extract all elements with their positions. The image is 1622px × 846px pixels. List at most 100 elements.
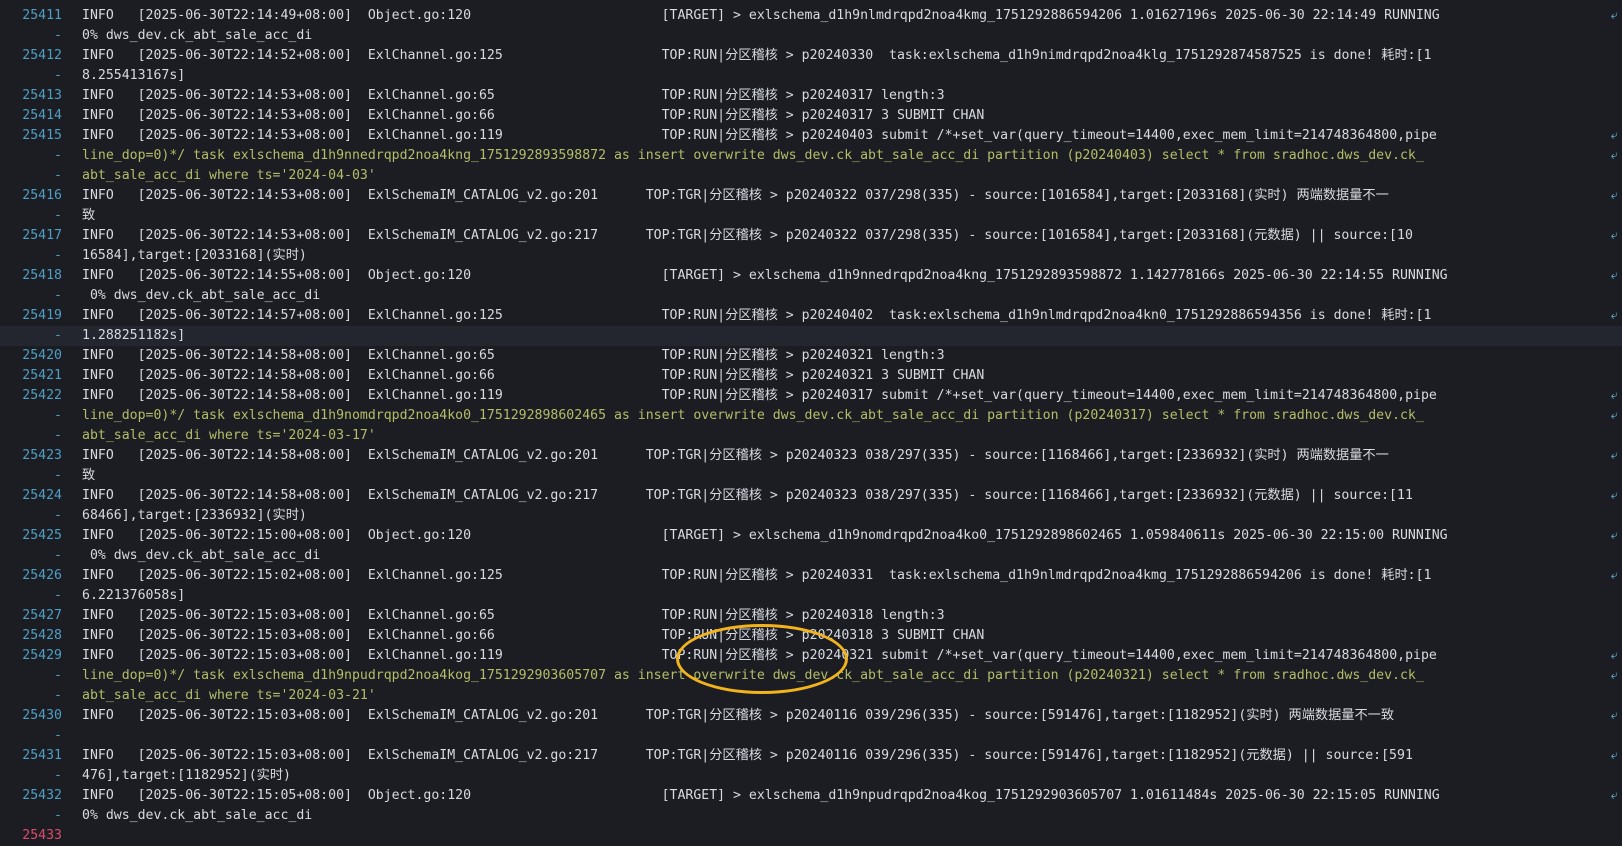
line-number: 25423 bbox=[22, 448, 62, 463]
log-text: INFO [2025-06-30T22:15:02+08:00] ExlChan… bbox=[82, 568, 1432, 583]
log-line: 25422 INFO [2025-06-30T22:14:58+08:00] Ex… bbox=[0, 386, 1622, 406]
log-line-continuation: - line_dop=0)*/ task exlschema_d1h9nomdrq… bbox=[0, 406, 1622, 426]
line-number: - bbox=[54, 728, 62, 743]
log-text: line_dop=0)*/ task exlschema_d1h9nnedrqp… bbox=[82, 148, 1424, 163]
line-number: - bbox=[54, 168, 62, 183]
log-line-continuation: -致 bbox=[0, 206, 1622, 226]
wrap-arrow-icon: ⤶ bbox=[1610, 228, 1618, 243]
log-text: INFO [2025-06-30T22:15:00+08:00] Object.… bbox=[82, 528, 1448, 543]
line-number: 25425 bbox=[22, 528, 62, 543]
log-text: INFO [2025-06-30T22:14:52+08:00] ExlChan… bbox=[82, 48, 1432, 63]
log-text: 0% dws_dev.ck_abt_sale_acc_di bbox=[82, 548, 321, 563]
log-line: 25430 INFO [2025-06-30T22:15:03+08:00] Ex… bbox=[0, 706, 1622, 726]
log-text: INFO [2025-06-30T22:15:03+08:00] ExlChan… bbox=[82, 628, 985, 643]
line-number: - bbox=[54, 288, 62, 303]
wrap-arrow-icon: ⤶ bbox=[1610, 488, 1618, 503]
log-line: 25418 INFO [2025-06-30T22:14:55+08:00] Ob… bbox=[0, 266, 1622, 286]
log-line-continuation: - 1.288251182s] bbox=[0, 326, 1622, 346]
line-number: - bbox=[54, 68, 62, 83]
line-number: - bbox=[54, 688, 62, 703]
line-number: 25418 bbox=[22, 268, 62, 283]
log-line: 25420 INFO [2025-06-30T22:14:58+08:00] Ex… bbox=[0, 346, 1622, 366]
log-text: INFO [2025-06-30T22:14:58+08:00] ExlChan… bbox=[82, 368, 985, 383]
log-line-continuation: - 8.255413167s] bbox=[0, 66, 1622, 86]
line-number: 25419 bbox=[22, 308, 62, 323]
wrap-arrow-icon: ⤶ bbox=[1610, 748, 1618, 763]
log-line: 25411 INFO [2025-06-30T22:14:49+08:00] Ob… bbox=[0, 6, 1622, 26]
wrap-arrow-icon: ⤶ bbox=[1610, 648, 1618, 663]
log-text: INFO [2025-06-30T22:14:53+08:00] ExlChan… bbox=[82, 108, 985, 123]
line-number: - bbox=[54, 28, 62, 43]
wrap-arrow-icon: ⤶ bbox=[1610, 308, 1618, 323]
log-text: INFO [2025-06-30T22:14:58+08:00] ExlChan… bbox=[82, 388, 1437, 403]
log-text: 68466],target:[2336932](实时) bbox=[82, 508, 307, 523]
line-number: 25417 bbox=[22, 228, 62, 243]
log-line: 25417 INFO [2025-06-30T22:14:53+08:00] Ex… bbox=[0, 226, 1622, 246]
line-number: - bbox=[54, 668, 62, 683]
log-line: 25432 INFO [2025-06-30T22:15:05+08:00] Ob… bbox=[0, 786, 1622, 806]
line-number: 25421 bbox=[22, 368, 62, 383]
log-text: INFO [2025-06-30T22:15:05+08:00] Object.… bbox=[82, 788, 1440, 803]
line-number: 25415 bbox=[22, 128, 62, 143]
log-line: 25424 INFO [2025-06-30T22:14:58+08:00] Ex… bbox=[0, 486, 1622, 506]
line-number: 25433 bbox=[22, 828, 62, 843]
log-line: 25431 INFO [2025-06-30T22:15:03+08:00] Ex… bbox=[0, 746, 1622, 766]
log-line-continuation: - bbox=[0, 726, 1622, 746]
log-terminal[interactable]: 25411 INFO [2025-06-30T22:14:49+08:00] Ob… bbox=[0, 0, 1622, 843]
log-line-continuation: - abt_sale_acc_di where ts='2024-03-21' bbox=[0, 686, 1622, 706]
log-line-continuation: - abt_sale_acc_di where ts='2024-04-03' bbox=[0, 166, 1622, 186]
line-number: - bbox=[54, 468, 62, 483]
log-line: 25427 INFO [2025-06-30T22:15:03+08:00] Ex… bbox=[0, 606, 1622, 626]
log-line: 25416 INFO [2025-06-30T22:14:53+08:00] Ex… bbox=[0, 186, 1622, 206]
wrap-arrow-icon: ⤶ bbox=[1610, 408, 1618, 423]
wrap-arrow-icon: ⤶ bbox=[1610, 8, 1618, 23]
wrap-arrow-icon: ⤶ bbox=[1610, 148, 1618, 163]
log-line: 25426 INFO [2025-06-30T22:15:02+08:00] Ex… bbox=[0, 566, 1622, 586]
line-number: 25429 bbox=[22, 648, 62, 663]
wrap-arrow-icon: ⤶ bbox=[1610, 568, 1618, 583]
line-number: - bbox=[54, 148, 62, 163]
log-text: 致 bbox=[82, 468, 96, 483]
wrap-arrow-icon: ⤶ bbox=[1610, 268, 1618, 283]
log-text: abt_sale_acc_di where ts='2024-03-21' bbox=[82, 688, 376, 703]
log-text: 6.221376058s] bbox=[82, 588, 186, 603]
log-line: 25425 INFO [2025-06-30T22:15:00+08:00] Ob… bbox=[0, 526, 1622, 546]
log-text: 16584],target:[2033168](实时) bbox=[82, 248, 307, 263]
log-text: abt_sale_acc_di where ts='2024-03-17' bbox=[82, 428, 376, 443]
wrap-arrow-icon: ⤶ bbox=[1610, 388, 1618, 403]
line-number: - bbox=[54, 588, 62, 603]
wrap-arrow-icon: ⤶ bbox=[1610, 668, 1618, 683]
log-text: 1.288251182s] bbox=[82, 328, 186, 343]
log-text: INFO [2025-06-30T22:14:53+08:00] ExlChan… bbox=[82, 128, 1437, 143]
line-number: 25416 bbox=[22, 188, 62, 203]
log-text: line_dop=0)*/ task exlschema_d1h9nomdrqp… bbox=[82, 408, 1424, 423]
log-text: INFO [2025-06-30T22:14:53+08:00] ExlSche… bbox=[82, 228, 1413, 243]
log-text: INFO [2025-06-30T22:14:49+08:00] Object.… bbox=[82, 8, 1440, 23]
log-line-continuation: - 0% dws_dev.ck_abt_sale_acc_di bbox=[0, 806, 1622, 826]
log-line: 25412 INFO [2025-06-30T22:14:52+08:00] Ex… bbox=[0, 46, 1622, 66]
log-text: 476],target:[1182952](实时) bbox=[82, 768, 291, 783]
log-line: 25419 INFO [2025-06-30T22:14:57+08:00] Ex… bbox=[0, 306, 1622, 326]
line-number: 25411 bbox=[22, 8, 62, 23]
log-text: INFO [2025-06-30T22:14:53+08:00] ExlChan… bbox=[82, 88, 945, 103]
log-line-continuation: - 6.221376058s] bbox=[0, 586, 1622, 606]
line-number: - bbox=[54, 548, 62, 563]
log-text: INFO [2025-06-30T22:14:55+08:00] Object.… bbox=[82, 268, 1448, 283]
wrap-arrow-icon: ⤶ bbox=[1610, 128, 1618, 143]
line-number: 25427 bbox=[22, 608, 62, 623]
log-text: INFO [2025-06-30T22:15:03+08:00] ExlSche… bbox=[82, 708, 1395, 723]
log-line: 25415 INFO [2025-06-30T22:14:53+08:00] Ex… bbox=[0, 126, 1622, 146]
line-number: 25413 bbox=[22, 88, 62, 103]
log-line-continuation: - line_dop=0)*/ task exlschema_d1h9nnedrq… bbox=[0, 146, 1622, 166]
log-text: INFO [2025-06-30T22:14:58+08:00] ExlChan… bbox=[82, 348, 945, 363]
line-number: - bbox=[54, 768, 62, 783]
log-text: INFO [2025-06-30T22:14:58+08:00] ExlSche… bbox=[82, 488, 1413, 503]
log-line: 25413 INFO [2025-06-30T22:14:53+08:00] Ex… bbox=[0, 86, 1622, 106]
log-line-continuation: - abt_sale_acc_di where ts='2024-03-17' bbox=[0, 426, 1622, 446]
log-text: INFO [2025-06-30T22:15:03+08:00] ExlChan… bbox=[82, 648, 1437, 663]
log-line-continuation: - line_dop=0)*/ task exlschema_d1h9npudrq… bbox=[0, 666, 1622, 686]
line-number: 25414 bbox=[22, 108, 62, 123]
line-number: 25430 bbox=[22, 708, 62, 723]
log-text: 8.255413167s] bbox=[82, 68, 186, 83]
wrap-arrow-icon: ⤶ bbox=[1610, 788, 1618, 803]
